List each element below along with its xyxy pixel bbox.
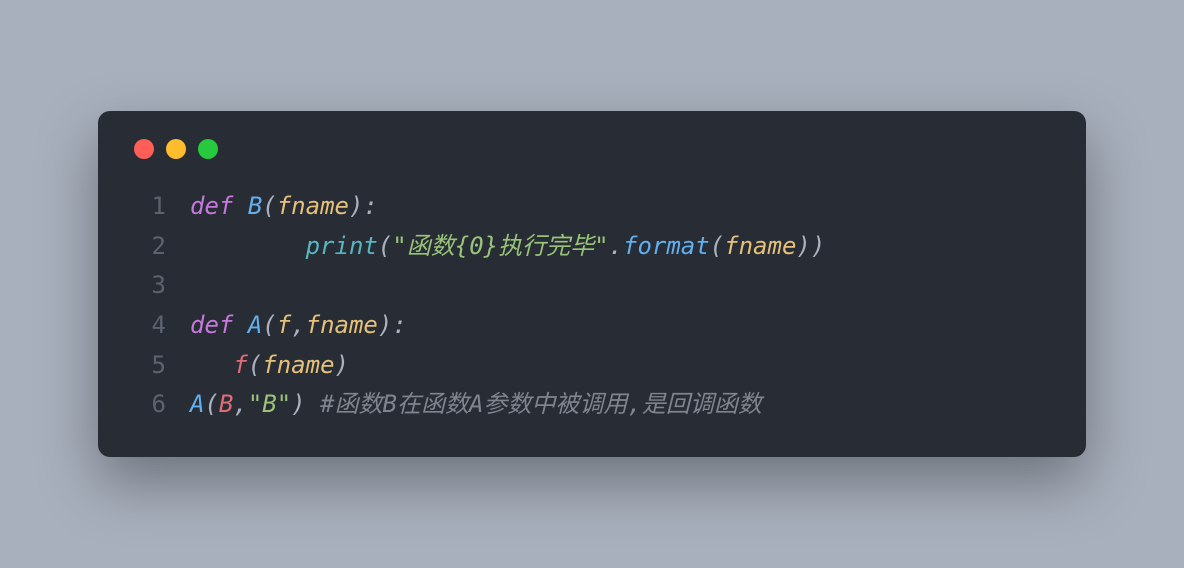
code-line: 5 f(fname) [130, 346, 1054, 386]
code-content: print("函数{0}执行完毕".format(fname)) [190, 227, 825, 267]
code-window: 1 def B(fname): 2 print("函数{0}执行完毕".form… [98, 111, 1086, 457]
close-icon[interactable] [134, 139, 154, 159]
minimize-icon[interactable] [166, 139, 186, 159]
line-number: 4 [130, 306, 166, 346]
line-number: 2 [130, 227, 166, 267]
line-number: 5 [130, 346, 166, 386]
code-line: 3 [130, 266, 1054, 306]
traffic-lights [134, 139, 1054, 159]
code-line: 4 def A(f,fname): [130, 306, 1054, 346]
code-content: f(fname) [190, 346, 349, 386]
line-number: 3 [130, 266, 166, 306]
maximize-icon[interactable] [198, 139, 218, 159]
code-content: A(B,"B") #函数B在函数A参数中被调用,是回调函数 [190, 385, 762, 425]
code-content: def A(f,fname): [190, 306, 407, 346]
code-area: 1 def B(fname): 2 print("函数{0}执行完毕".form… [130, 187, 1054, 425]
code-content: def B(fname): [190, 187, 378, 227]
line-number: 6 [130, 385, 166, 425]
code-line: 6 A(B,"B") #函数B在函数A参数中被调用,是回调函数 [130, 385, 1054, 425]
code-line: 1 def B(fname): [130, 187, 1054, 227]
code-line: 2 print("函数{0}执行完毕".format(fname)) [130, 227, 1054, 267]
line-number: 1 [130, 187, 166, 227]
